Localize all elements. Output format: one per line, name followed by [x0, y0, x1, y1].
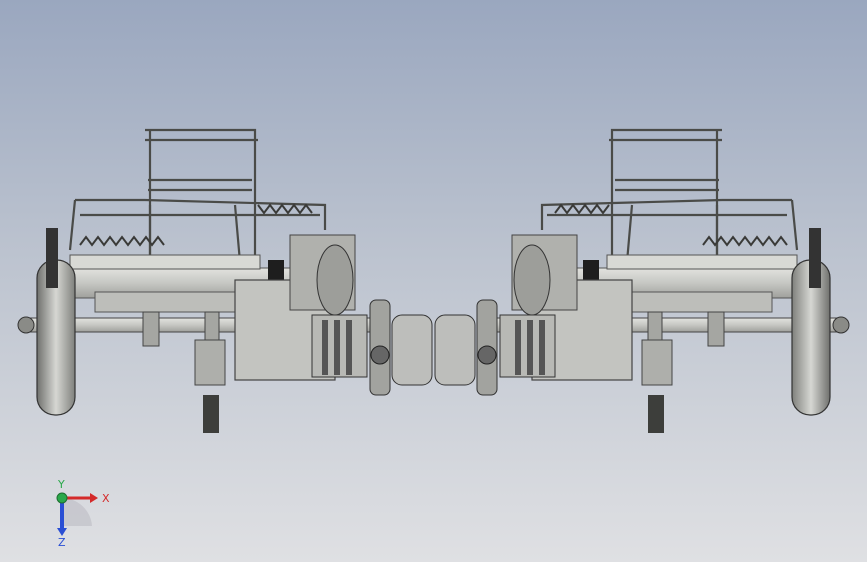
cad-model-assembly[interactable] — [0, 0, 867, 562]
axis-triad: X Y Z — [40, 478, 120, 549]
chassis-left — [16, 128, 434, 435]
z-axis-label: Z — [58, 536, 66, 548]
x-axis-label: X — [102, 492, 110, 505]
y-axis-label: Y — [57, 478, 65, 491]
graphics-viewport[interactable]: X Y Z — [0, 0, 867, 562]
y-axis-marker — [56, 492, 68, 504]
chassis-right — [433, 128, 851, 435]
